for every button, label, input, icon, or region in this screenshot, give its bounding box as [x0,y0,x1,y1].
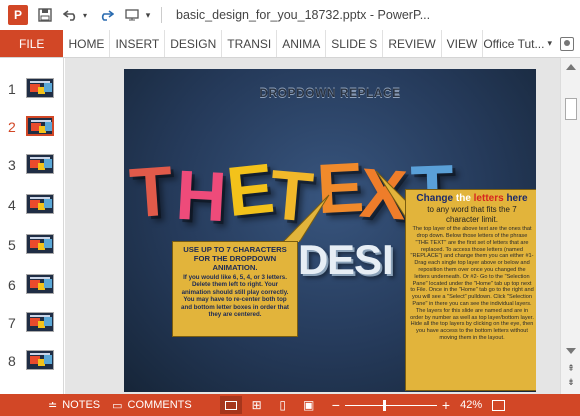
slide-number: 1 [8,81,16,97]
heading-part: Change [416,193,456,204]
zoom-slider-handle[interactable] [382,399,386,411]
save-icon[interactable] [36,6,54,24]
notes-label: NOTES [62,399,101,411]
user-account-label: Office Tut... [483,36,545,51]
scrollbar-thumb[interactable] [565,98,577,120]
slide-thumbnail-2[interactable]: 2 [0,116,64,140]
current-slide[interactable]: DROPDOWN REPLACE T H E T E X T I S D E S… [124,69,536,392]
tab-file[interactable]: FILE [0,30,64,57]
powerpoint-app-icon[interactable]: P [8,5,28,25]
undo-icon[interactable] [62,6,80,24]
slide-preview-image [26,154,54,174]
undo-dropdown-icon[interactable]: ▾ [81,6,89,24]
user-avatar-icon [560,36,574,51]
slide-number: 4 [8,197,16,213]
slide-show-icon: ▣ [303,398,315,412]
slide-thumbnail-7[interactable]: 7 [0,312,64,336]
slide-preview-image [26,78,54,98]
slide-preview-image [26,274,54,294]
slide-thumbnail-4[interactable]: 4 [0,194,64,218]
tab-transitions[interactable]: TRANSI [222,30,278,57]
slide-number: 2 [8,119,16,135]
user-account-menu[interactable]: Office Tut... ▾ [483,30,580,57]
normal-view-icon [224,400,237,410]
tab-insert[interactable]: INSERT [110,30,166,57]
tab-review[interactable]: REVIEW [383,30,442,57]
tab-animations[interactable]: ANIMA [277,30,327,57]
slide-number: 8 [8,353,16,369]
slide-thumbnail-3[interactable]: 3 [0,154,64,178]
titlebar-divider [161,7,162,23]
next-slide-icon[interactable]: ⇟ [565,377,577,387]
slide-thumbnail-5[interactable]: 5 [0,234,64,258]
slide-number: 5 [8,237,16,253]
reading-view-button[interactable]: ▯ [272,396,294,414]
zoom-controls: − + 42% [332,397,506,413]
tab-home[interactable]: HOME [63,30,111,57]
vertical-scrollbar[interactable]: ⇞ ⇟ [560,58,580,394]
tab-view[interactable]: VIEW [442,30,484,57]
chevron-down-icon: ▾ [547,38,552,48]
slide-preview-image [26,234,54,254]
heading-word-the: the [455,193,471,204]
slide-show-button[interactable]: ▣ [298,396,320,414]
notes-button[interactable]: ≐ NOTES [48,399,100,412]
previous-slide-icon[interactable]: ⇞ [565,363,577,373]
slide-preview-image [26,194,54,214]
zoom-level[interactable]: 42% [460,399,482,411]
customize-quick-access-icon[interactable]: ▾ [143,6,153,24]
slide-thumbnail-6[interactable]: 6 [0,274,64,298]
ribbon-tabs: FILE HOME INSERT DESIGN TRANSI ANIMA SLI… [0,30,580,58]
slide-sorter-icon: ⊞ [251,398,262,412]
comments-button[interactable]: ▭ COMMENTS [112,399,192,412]
notes-icon: ≐ [48,399,58,412]
slide-sorter-view-button[interactable]: ⊞ [246,396,268,414]
tab-slide-show[interactable]: SLIDE S [326,30,384,57]
scroll-up-arrow-icon[interactable] [566,64,576,70]
slide-number: 6 [8,277,16,293]
document-title: basic_design_for_you_18732.pptx - PowerP… [176,8,431,22]
slide-thumbnails-panel: 1 2 3 4 5 6 7 8 [0,58,64,394]
callout-right-subheading: to any word that fits the 7 character li… [427,205,517,224]
comments-label: COMMENTS [127,399,192,411]
tab-design[interactable]: DESIGN [165,30,223,57]
heading-word-letters: letters [473,193,504,204]
slide-editing-canvas[interactable]: DROPDOWN REPLACE T H E T E X T I S D E S… [65,58,560,394]
normal-view-button[interactable] [219,396,242,414]
title-bar: P ▾ ▾ basic_design_for_you_18732.pptx - … [0,0,580,30]
slide-preview-image [26,350,54,370]
scroll-down-arrow-icon[interactable] [566,348,576,354]
slide-thumbnail-8[interactable]: 8 [0,350,64,374]
reading-view-icon: ▯ [279,398,286,412]
zoom-out-icon[interactable]: − [332,397,340,413]
comments-icon: ▭ [112,399,123,412]
zoom-slider[interactable] [344,399,437,411]
slideshow-from-beginning-icon[interactable] [123,6,141,24]
callout-right-heading: Change the letters here [410,193,534,205]
slide-number: 7 [8,315,16,331]
callout-left-heading: USE UP TO 7 CHARACTERS FOR THE DROPDOWN … [183,245,287,272]
slide-preview-image [26,312,54,332]
slide-preview-image [26,116,54,136]
callout-left-body: If you would like 6, 5, 4, or 3 letters.… [181,274,289,319]
slide-number: 3 [8,157,16,173]
callout-right-body: The top layer of the above text are the … [410,226,534,341]
callout-character-limit[interactable]: USE UP TO 7 CHARACTERS FOR THE DROPDOWN … [172,241,298,337]
callout-change-letters[interactable]: Change the letters here to any word that… [405,189,536,391]
slide-thumbnail-1[interactable]: 1 [0,78,64,102]
status-bar: ≐ NOTES ▭ COMMENTS ⊞ ▯ ▣ − + 42% [0,394,580,416]
redo-icon[interactable] [97,6,115,24]
zoom-in-icon[interactable]: + [442,397,450,413]
heading-part: here [503,193,528,204]
fit-slide-to-window-icon[interactable] [492,399,506,411]
